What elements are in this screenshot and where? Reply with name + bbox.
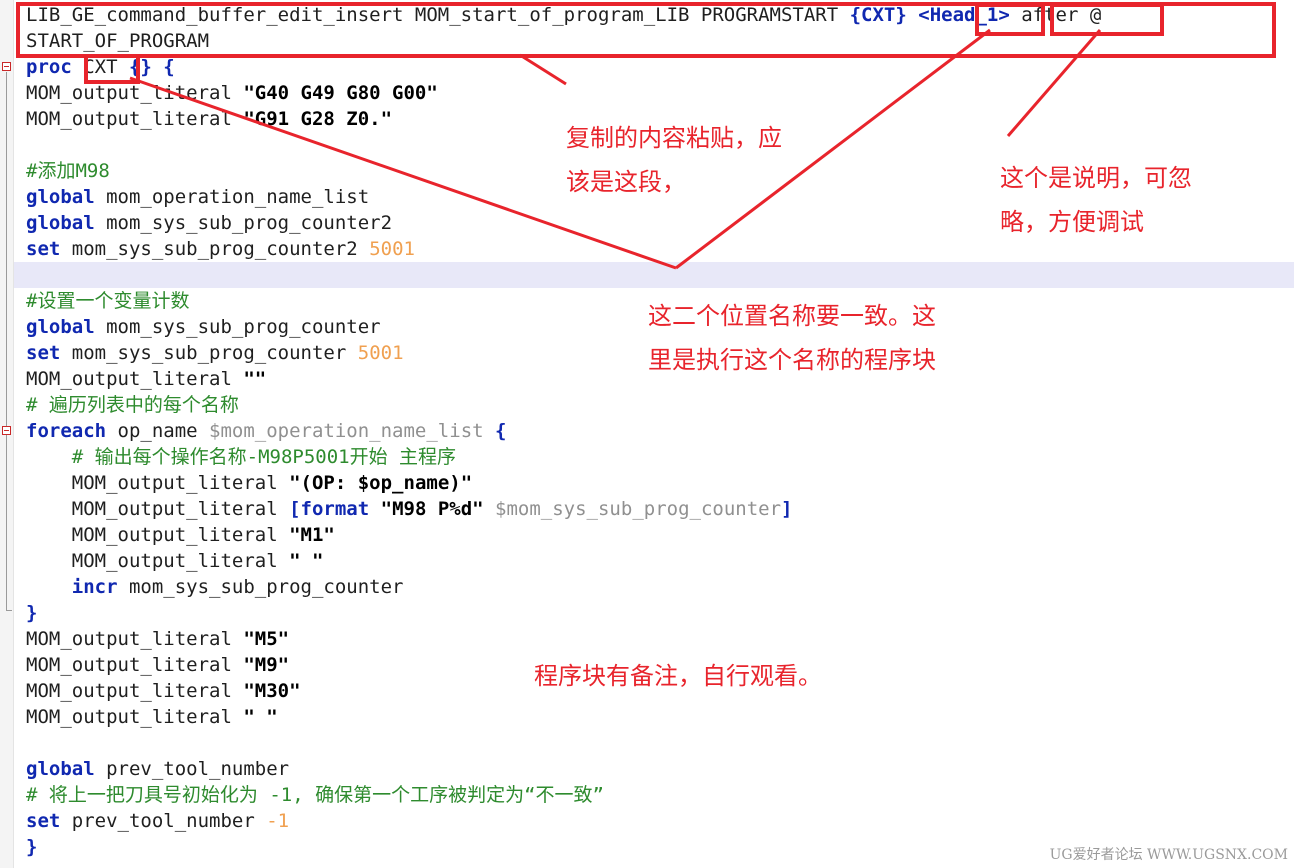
watermark: UG爱好者论坛 WWW.UGSNX.COM — [1049, 847, 1288, 863]
note-name-match: 这二个位置名称要一致。这 里是执行这个名称的程序块 — [648, 302, 936, 374]
note-description: 这个是说明，可忽 略，方便调试 — [1000, 164, 1192, 236]
note-copy: 复制的内容粘贴，应 该是这段， — [566, 124, 782, 196]
note-block-comments: 程序块有备注，自行观看。 — [534, 662, 822, 690]
